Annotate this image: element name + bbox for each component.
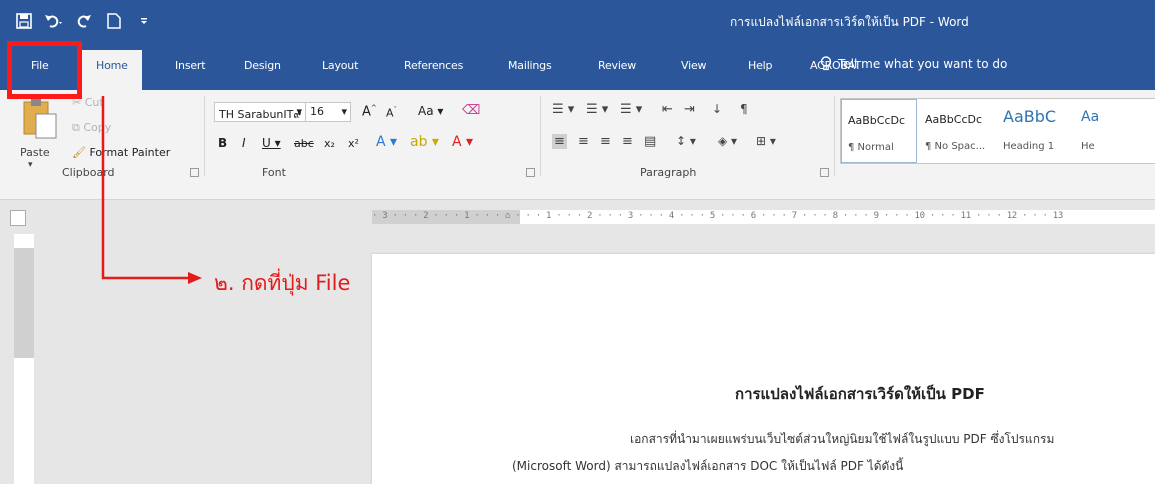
callout-arrow	[101, 96, 202, 284]
step-instruction: ๒. กดที่ปุ่ม File	[214, 271, 351, 295]
